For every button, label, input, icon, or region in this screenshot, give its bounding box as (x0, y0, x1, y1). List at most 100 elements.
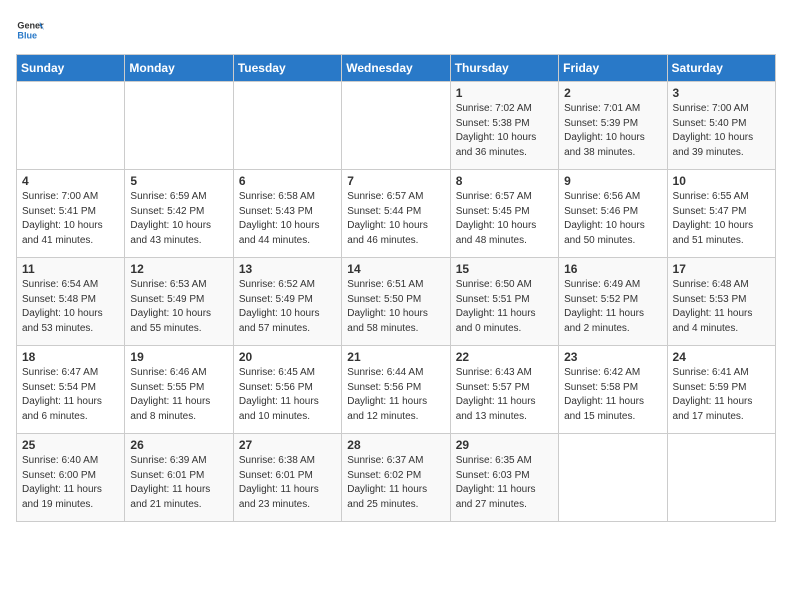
day-number: 7 (347, 174, 444, 188)
calendar-cell: 11 Sunrise: 6:54 AM Sunset: 5:48 PM Dayli… (17, 258, 125, 346)
calendar-cell: 25 Sunrise: 6:40 AM Sunset: 6:00 PM Dayli… (17, 434, 125, 522)
cell-info: Sunrise: 6:38 AM Sunset: 6:01 PM Dayligh… (239, 454, 336, 512)
calendar-cell (125, 82, 233, 170)
calendar-cell: 3 Sunrise: 7:00 AM Sunset: 5:40 PM Daylig… (667, 82, 775, 170)
cell-info: Sunrise: 6:44 AM Sunset: 5:56 PM Dayligh… (347, 366, 444, 424)
calendar-cell: 19 Sunrise: 6:46 AM Sunset: 5:55 PM Dayli… (125, 346, 233, 434)
cell-info: Sunrise: 6:45 AM Sunset: 5:56 PM Dayligh… (239, 366, 336, 424)
calendar-cell: 2 Sunrise: 7:01 AM Sunset: 5:39 PM Daylig… (559, 82, 667, 170)
calendar-week-1: 4 Sunrise: 7:00 AM Sunset: 5:41 PM Daylig… (17, 170, 776, 258)
calendar-cell: 12 Sunrise: 6:53 AM Sunset: 5:49 PM Dayli… (125, 258, 233, 346)
calendar-cell (559, 434, 667, 522)
calendar-cell: 22 Sunrise: 6:43 AM Sunset: 5:57 PM Dayli… (450, 346, 558, 434)
calendar-cell: 10 Sunrise: 6:55 AM Sunset: 5:47 PM Dayli… (667, 170, 775, 258)
calendar-cell: 4 Sunrise: 7:00 AM Sunset: 5:41 PM Daylig… (17, 170, 125, 258)
logo: General Blue (16, 16, 48, 44)
day-number: 9 (564, 174, 661, 188)
calendar-cell: 13Sunrise: 6:52 AM Sunset: 5:49 PM Dayli… (233, 258, 341, 346)
cell-info: Sunrise: 6:43 AM Sunset: 5:57 PM Dayligh… (456, 366, 553, 424)
day-number: 29 (456, 438, 553, 452)
day-number: 25 (22, 438, 119, 452)
day-number: 14 (347, 262, 444, 276)
day-number: 3 (673, 86, 770, 100)
cell-info: Sunrise: 6:40 AM Sunset: 6:00 PM Dayligh… (22, 454, 119, 512)
calendar-cell: 1 Sunrise: 7:02 AM Sunset: 5:38 PM Daylig… (450, 82, 558, 170)
day-number: 10 (673, 174, 770, 188)
calendar-cell: 5 Sunrise: 6:59 AM Sunset: 5:42 PM Daylig… (125, 170, 233, 258)
day-number: 6 (239, 174, 336, 188)
cell-info: Sunrise: 7:02 AM Sunset: 5:38 PM Dayligh… (456, 102, 553, 160)
day-number: 19 (130, 350, 227, 364)
weekday-wednesday: Wednesday (342, 55, 450, 82)
calendar-cell (342, 82, 450, 170)
calendar-cell: 24Sunrise: 6:41 AM Sunset: 5:59 PM Dayli… (667, 346, 775, 434)
day-number: 16 (564, 262, 661, 276)
weekday-tuesday: Tuesday (233, 55, 341, 82)
cell-info: Sunrise: 7:00 AM Sunset: 5:40 PM Dayligh… (673, 102, 770, 160)
weekday-saturday: Saturday (667, 55, 775, 82)
cell-info: Sunrise: 6:42 AM Sunset: 5:58 PM Dayligh… (564, 366, 661, 424)
day-number: 12 (130, 262, 227, 276)
calendar-cell: 6 Sunrise: 6:58 AM Sunset: 5:43 PM Daylig… (233, 170, 341, 258)
cell-info: Sunrise: 6:46 AM Sunset: 5:55 PM Dayligh… (130, 366, 227, 424)
calendar-cell: 23 Sunrise: 6:42 AM Sunset: 5:58 PM Dayli… (559, 346, 667, 434)
logo-icon: General Blue (16, 16, 44, 44)
cell-info: Sunrise: 6:48 AM Sunset: 5:53 PM Dayligh… (673, 278, 770, 336)
calendar-cell: 8 Sunrise: 6:57 AM Sunset: 5:45 PM Daylig… (450, 170, 558, 258)
cell-info: Sunrise: 6:47 AM Sunset: 5:54 PM Dayligh… (22, 366, 119, 424)
calendar-cell: 29Sunrise: 6:35 AM Sunset: 6:03 PM Dayli… (450, 434, 558, 522)
weekday-friday: Friday (559, 55, 667, 82)
day-number: 23 (564, 350, 661, 364)
cell-info: Sunrise: 6:51 AM Sunset: 5:50 PM Dayligh… (347, 278, 444, 336)
cell-info: Sunrise: 7:00 AM Sunset: 5:41 PM Dayligh… (22, 190, 119, 248)
day-number: 27 (239, 438, 336, 452)
calendar-week-4: 25 Sunrise: 6:40 AM Sunset: 6:00 PM Dayli… (17, 434, 776, 522)
cell-info: Sunrise: 6:54 AM Sunset: 5:48 PM Dayligh… (22, 278, 119, 336)
day-number: 26 (130, 438, 227, 452)
cell-info: Sunrise: 6:58 AM Sunset: 5:43 PM Dayligh… (239, 190, 336, 248)
day-number: 21 (347, 350, 444, 364)
calendar-cell: 27 Sunrise: 6:38 AM Sunset: 6:01 PM Dayli… (233, 434, 341, 522)
calendar-cell (233, 82, 341, 170)
cell-info: Sunrise: 6:57 AM Sunset: 5:45 PM Dayligh… (456, 190, 553, 248)
day-number: 18 (22, 350, 119, 364)
calendar-cell: 9 Sunrise: 6:56 AM Sunset: 5:46 PM Daylig… (559, 170, 667, 258)
weekday-header-row: SundayMondayTuesdayWednesdayThursdayFrid… (17, 55, 776, 82)
cell-info: Sunrise: 6:59 AM Sunset: 5:42 PM Dayligh… (130, 190, 227, 248)
calendar-cell: 26 Sunrise: 6:39 AM Sunset: 6:01 PM Dayli… (125, 434, 233, 522)
calendar-cell (17, 82, 125, 170)
weekday-thursday: Thursday (450, 55, 558, 82)
day-number: 22 (456, 350, 553, 364)
svg-text:Blue: Blue (17, 30, 37, 40)
calendar-cell: 16 Sunrise: 6:49 AM Sunset: 5:52 PM Dayli… (559, 258, 667, 346)
weekday-sunday: Sunday (17, 55, 125, 82)
calendar-cell: 20 Sunrise: 6:45 AM Sunset: 5:56 PM Dayli… (233, 346, 341, 434)
calendar-cell: 15Sunrise: 6:50 AM Sunset: 5:51 PM Dayli… (450, 258, 558, 346)
cell-info: Sunrise: 6:53 AM Sunset: 5:49 PM Dayligh… (130, 278, 227, 336)
day-number: 5 (130, 174, 227, 188)
day-number: 13 (239, 262, 336, 276)
calendar-cell: 7 Sunrise: 6:57 AM Sunset: 5:44 PM Daylig… (342, 170, 450, 258)
day-number: 8 (456, 174, 553, 188)
day-number: 20 (239, 350, 336, 364)
cell-info: Sunrise: 6:39 AM Sunset: 6:01 PM Dayligh… (130, 454, 227, 512)
calendar-body: 1 Sunrise: 7:02 AM Sunset: 5:38 PM Daylig… (17, 82, 776, 522)
cell-info: Sunrise: 7:01 AM Sunset: 5:39 PM Dayligh… (564, 102, 661, 160)
day-number: 1 (456, 86, 553, 100)
cell-info: Sunrise: 6:55 AM Sunset: 5:47 PM Dayligh… (673, 190, 770, 248)
day-number: 11 (22, 262, 119, 276)
day-number: 2 (564, 86, 661, 100)
cell-info: Sunrise: 6:50 AM Sunset: 5:51 PM Dayligh… (456, 278, 553, 336)
cell-info: Sunrise: 6:41 AM Sunset: 5:59 PM Dayligh… (673, 366, 770, 424)
calendar-week-2: 11 Sunrise: 6:54 AM Sunset: 5:48 PM Dayli… (17, 258, 776, 346)
cell-info: Sunrise: 6:49 AM Sunset: 5:52 PM Dayligh… (564, 278, 661, 336)
page-header: General Blue (16, 16, 776, 44)
calendar-cell: 17Sunrise: 6:48 AM Sunset: 5:53 PM Dayli… (667, 258, 775, 346)
cell-info: Sunrise: 6:57 AM Sunset: 5:44 PM Dayligh… (347, 190, 444, 248)
day-number: 4 (22, 174, 119, 188)
weekday-monday: Monday (125, 55, 233, 82)
calendar-week-3: 18 Sunrise: 6:47 AM Sunset: 5:54 PM Dayli… (17, 346, 776, 434)
cell-info: Sunrise: 6:56 AM Sunset: 5:46 PM Dayligh… (564, 190, 661, 248)
cell-info: Sunrise: 6:37 AM Sunset: 6:02 PM Dayligh… (347, 454, 444, 512)
calendar-cell: 21 Sunrise: 6:44 AM Sunset: 5:56 PM Dayli… (342, 346, 450, 434)
